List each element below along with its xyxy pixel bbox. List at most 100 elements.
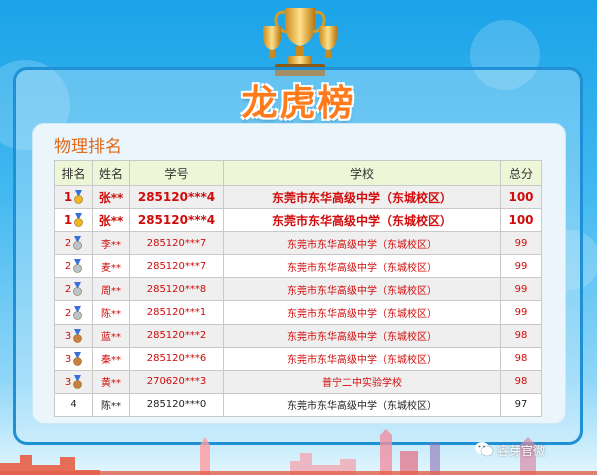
header-school: 学校 [223,160,501,186]
rank-cell: 3 [54,346,93,371]
school-cell-text: 东莞市东华高级中学（东城校区） [287,239,437,251]
score-cell: 99 [500,231,542,256]
score-cell-text: 99 [514,283,528,295]
rank-cell: 3 [54,323,93,348]
score-cell: 98 [500,323,542,348]
medal-icon [73,374,82,389]
table-row: 3 黄** 270620***3 普宁二中实验学校 98 [54,369,542,394]
rank-cell-text: 3 [64,376,72,388]
school-cell-text: 东莞市东华高级中学（东城校区） [287,262,437,274]
school-cell: 东莞市东华高级中学（东城校区） [223,346,501,371]
header-student-id: 学号 [129,160,224,186]
name-cell: 周** [92,277,130,302]
rank-cell: 4 [54,392,93,417]
school-cell-text: 普宁二中实验学校 [322,378,402,390]
name-cell: 李** [92,231,130,256]
student-id-cell-text: 285120***7 [146,237,207,249]
watermark-text: 睿芽官微 [497,444,546,458]
score-cell: 98 [500,346,542,371]
score-cell-text: 100 [508,213,534,228]
medal-icon [73,305,82,320]
rank-cell: 2 [54,254,93,279]
table-row: 1 张** 285120***4 东莞市东华高级中学（东城校区） 100 [54,208,542,233]
school-cell: 东莞市东华高级中学（东城校区） [223,392,501,417]
school-cell-text: 东莞市东华高级中学（东城校区） [287,309,437,321]
student-id-cell-text: 285120***4 [137,190,216,205]
student-id-cell: 285120***4 [129,208,224,233]
table-row: 2 陈** 285120***1 东莞市东华高级中学（东城校区） 99 [54,300,542,325]
student-id-cell: 285120***6 [129,346,224,371]
medal-icon [74,213,83,228]
rank-cell-text: 3 [64,330,72,342]
name-cell: 麦** [92,254,130,279]
name-cell: 张** [92,184,130,210]
student-id-cell-text: 285120***6 [146,353,207,365]
name-cell-text: 李** [101,239,121,251]
table-row: 1 张** 285120***4 东莞市东华高级中学（东城校区） 100 [54,184,542,210]
name-cell-text: 陈** [101,309,121,321]
score-cell-text: 98 [514,376,528,388]
school-cell: 东莞市东华高级中学（东城校区） [223,208,501,233]
rank-cell: 2 [54,231,93,256]
school-cell: 普宁二中实验学校 [223,369,501,394]
school-cell-text: 东莞市东华高级中学（东城校区） [271,213,452,228]
name-cell: 黄** [92,369,130,394]
medal-icon [73,282,82,297]
table-row: 2 周** 285120***8 东莞市东华高级中学（东城校区） 99 [54,277,542,302]
student-id-cell: 285120***2 [129,323,224,348]
table-row: 3 蓝** 285120***2 东莞市东华高级中学（东城校区） 98 [54,323,542,348]
name-cell: 蓝** [92,323,130,348]
student-id-cell-text: 285120***1 [146,307,207,319]
medal-icon [73,328,82,343]
name-cell-text: 周** [101,285,121,297]
student-id-cell: 285120***4 [129,184,224,210]
student-id-cell: 285120***8 [129,277,224,302]
name-cell: 陈** [92,300,130,325]
medal-icon [73,351,82,366]
school-cell-text: 东莞市东华高级中学（东城校区） [271,190,452,205]
score-cell: 97 [500,392,542,417]
rank-cell-text: 1 [63,212,73,227]
table-header-row: 排名 姓名 学号 学校 总分 [54,160,542,186]
student-id-cell-text: 285120***8 [146,283,207,295]
rank-cell-text: 4 [70,399,77,411]
name-cell: 秦** [92,346,130,371]
rank-cell-text: 2 [64,284,72,296]
rank-cell: 2 [54,277,93,302]
medal-icon [73,259,82,274]
school-cell: 东莞市东华高级中学（东城校区） [223,254,501,279]
rank-cell-text: 2 [64,238,72,250]
header-score: 总分 [500,160,542,186]
name-cell-text: 张** [98,190,124,205]
school-cell: 东莞市东华高级中学（东城校区） [223,277,501,302]
student-id-cell-text: 285120***0 [146,399,207,411]
student-id-cell: 285120***7 [129,254,224,279]
score-cell-text: 97 [514,399,528,411]
student-id-cell: 270620***3 [129,369,224,394]
name-cell: 张** [92,208,130,233]
page-title: 龙虎榜 [241,83,356,124]
header-rank: 排名 [54,160,93,186]
student-id-cell-text: 285120***2 [146,330,207,342]
student-id-cell-text: 285120***7 [146,260,207,272]
rank-cell: 2 [54,300,93,325]
name-cell-text: 秦** [101,355,121,367]
score-cell: 100 [500,208,542,233]
name-cell-text: 黄** [101,378,121,390]
score-cell: 100 [500,184,542,210]
medal-icon [74,190,83,205]
score-cell: 99 [500,254,542,279]
rank-cell-text: 2 [64,261,72,273]
school-cell: 东莞市东华高级中学（东城校区） [223,231,501,256]
student-id-cell-text: 270620***3 [146,376,207,388]
table-row: 2 李** 285120***7 东莞市东华高级中学（东城校区） 99 [54,231,542,256]
rank-cell: 1 [54,208,93,233]
rank-cell: 3 [54,369,93,394]
school-cell: 东莞市东华高级中学（东城校区） [223,184,501,210]
score-cell-text: 100 [508,190,534,205]
rank-cell: 1 [54,184,93,210]
score-cell-text: 99 [514,307,528,319]
school-cell-text: 东莞市东华高级中学（东城校区） [287,285,437,297]
score-cell: 99 [500,277,542,302]
medal-icon [73,236,82,251]
